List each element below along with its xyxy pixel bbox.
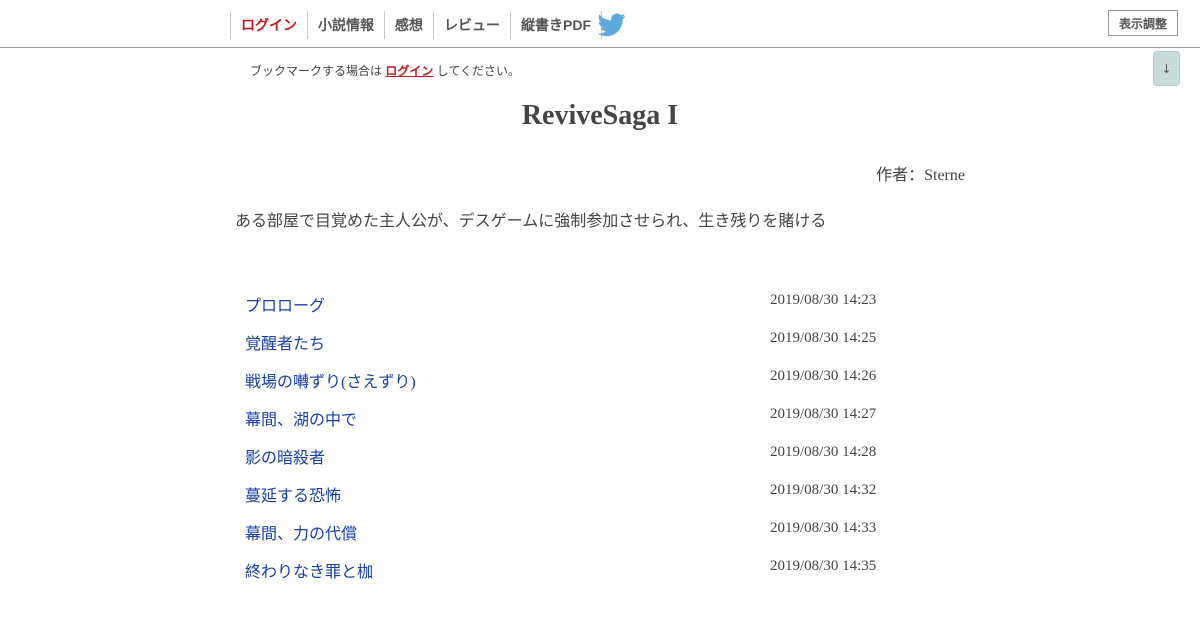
display-settings-button[interactable]: 表示調整 — [1108, 10, 1178, 36]
chapter-link[interactable]: 終わりなき罪と枷 — [245, 558, 373, 582]
chapter-date: 2019/08/30 14:25 — [770, 330, 877, 346]
novel-title: ReviveSaga I — [521, 100, 679, 131]
scroll-down-button[interactable]: ↓ — [1153, 51, 1180, 86]
bookmark-note-suffix: してください。 — [436, 64, 520, 78]
chapter-row: 影の暗殺者 2019/08/30 14:28 — [235, 434, 965, 472]
nav-login[interactable]: ログイン — [231, 11, 308, 39]
chapter-link[interactable]: 蔓延する恐怖 — [245, 482, 341, 506]
chapter-link[interactable]: 戦場の囀ずり(さえずり) — [245, 368, 416, 392]
chapter-date: 2019/08/30 14:35 — [770, 558, 877, 574]
twitter-bird-icon[interactable] — [597, 13, 626, 37]
header-nav: ログイン 小説情報 感想 レビュー 縦書きPDF — [230, 11, 602, 39]
chapter-date: 2019/08/30 14:26 — [770, 368, 877, 384]
chapter-link[interactable]: 覚醒者たち — [245, 330, 325, 354]
chapter-date: 2019/08/30 14:32 — [770, 482, 877, 498]
chapter-link[interactable]: 影の暗殺者 — [245, 444, 325, 468]
nav-novel-info[interactable]: 小説情報 — [308, 11, 385, 39]
chapter-link[interactable]: プロローグ — [245, 292, 325, 316]
chapter-row: 覚醒者たち 2019/08/30 14:25 — [235, 320, 965, 358]
novel-synopsis: ある部屋で目覚めた主人公が、デスゲームに強制参加させられ、生き残りを賭ける — [235, 213, 827, 230]
arrow-down-icon: ↓ — [1161, 61, 1172, 76]
chapter-list: プロローグ 2019/08/30 14:23 覚醒者たち 2019/08/30 … — [235, 282, 965, 586]
chapter-date: 2019/08/30 14:33 — [770, 520, 877, 536]
chapter-date: 2019/08/30 14:23 — [770, 292, 877, 308]
chapter-row: 幕間、力の代償 2019/08/30 14:33 — [235, 510, 965, 548]
chapter-row: 蔓延する恐怖 2019/08/30 14:32 — [235, 472, 965, 510]
site-header: ログイン 小説情報 感想 レビュー 縦書きPDF 表示調整 — [0, 0, 1200, 48]
nav-vertical-pdf[interactable]: 縦書きPDF — [511, 11, 602, 39]
chapter-row: プロローグ 2019/08/30 14:23 — [235, 282, 965, 320]
nav-impressions[interactable]: 感想 — [385, 11, 434, 39]
chapter-link[interactable]: 幕間、力の代償 — [245, 520, 357, 544]
chapter-row: 終わりなき罪と枷 2019/08/30 14:35 — [235, 548, 965, 586]
bookmark-login-note: ブックマークする場合は ログイン してください。 — [250, 62, 520, 79]
bookmark-login-link[interactable]: ログイン — [385, 64, 433, 78]
chapter-link[interactable]: 幕間、湖の中で — [245, 406, 357, 430]
nav-review[interactable]: レビュー — [434, 11, 511, 39]
chapter-date: 2019/08/30 14:28 — [770, 444, 877, 460]
chapter-row: 戦場の囀ずり(さえずり) 2019/08/30 14:26 — [235, 358, 965, 396]
novel-author: 作者：Sterne — [876, 167, 965, 184]
chapter-date: 2019/08/30 14:27 — [770, 406, 877, 422]
chapter-row: 幕間、湖の中で 2019/08/30 14:27 — [235, 396, 965, 434]
bookmark-note-prefix: ブックマークする場合は — [250, 64, 383, 78]
